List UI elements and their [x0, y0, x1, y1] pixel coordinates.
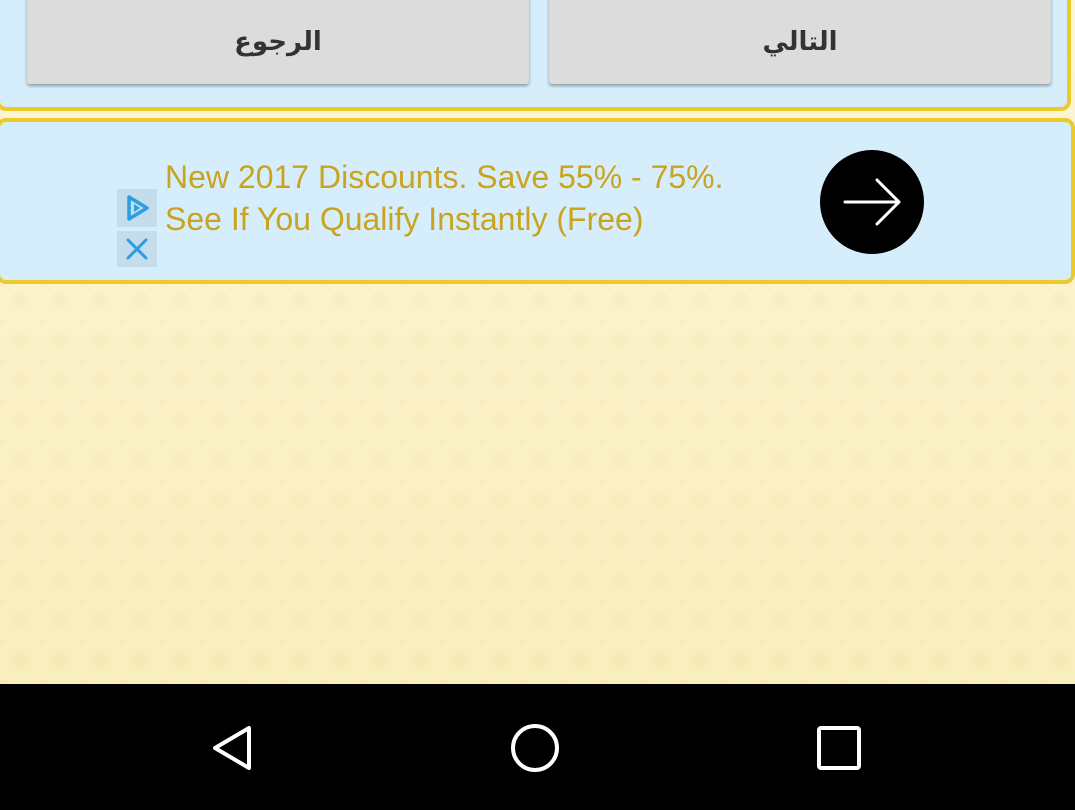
adchoices-play-icon[interactable] — [117, 189, 157, 227]
back-triangle-icon[interactable] — [205, 720, 261, 776]
nav-button-panel: الرجوع التالي — [0, 0, 1071, 111]
next-button[interactable]: التالي — [549, 0, 1051, 84]
home-circle-icon[interactable] — [507, 720, 563, 776]
ad-close-icon[interactable] — [117, 231, 157, 267]
arrow-right-icon — [843, 178, 901, 226]
ad-headline[interactable]: New 2017 Discounts. Save 55% - 75%. See … — [165, 156, 805, 240]
next-button-label: التالي — [762, 27, 838, 57]
back-button-label: الرجوع — [234, 27, 322, 57]
ad-banner[interactable]: New 2017 Discounts. Save 55% - 75%. See … — [0, 118, 1075, 284]
ad-line-1: New 2017 Discounts. Save 55% - 75%. — [165, 159, 724, 195]
ad-open-button[interactable] — [820, 150, 924, 254]
back-button[interactable]: الرجوع — [27, 0, 529, 84]
recents-square-icon[interactable] — [811, 720, 867, 776]
system-navigation-bar — [0, 684, 1075, 810]
ad-line-2: See If You Qualify Instantly (Free) — [165, 201, 644, 237]
